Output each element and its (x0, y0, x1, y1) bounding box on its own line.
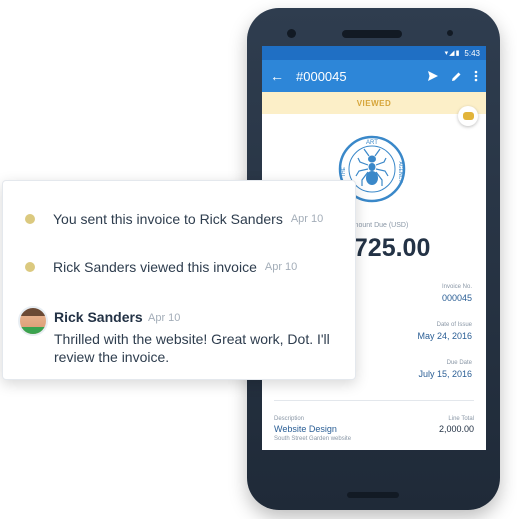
proximity-sensor (447, 30, 453, 36)
line-item-row[interactable]: Description Website Design South Street … (274, 416, 474, 442)
logo-text-top: ART (366, 140, 378, 146)
activity-event-sent: You sent this invoice to Rick Sanders Ap… (25, 211, 323, 227)
bottom-speaker (347, 492, 399, 498)
viewed-status-banner: VIEWED (262, 92, 486, 126)
due-date-label: Due Date (446, 360, 472, 366)
logo-text-right: AGENCY (397, 161, 403, 183)
more-options-icon[interactable] (474, 70, 478, 82)
logo-text-left: THE (341, 166, 347, 177)
event-date: Apr 10 (264, 261, 298, 273)
app-toolbar: ← #000045 (262, 60, 486, 92)
date-of-issue-block: Date of Issue May 24, 2016 (417, 322, 472, 341)
line-total-value: 2,000.00 (438, 424, 474, 434)
comment-text: Thrilled with the website! Great work, D… (54, 331, 330, 365)
due-date-block: Due Date July 15, 2016 (418, 360, 472, 379)
event-dot-icon (25, 262, 35, 272)
invoice-activity-card: You sent this invoice to Rick Sanders Ap… (2, 180, 356, 380)
earpiece-speaker (342, 30, 402, 38)
status-bar: ▾◢▮ 5:43 (262, 46, 486, 60)
edit-pencil-icon[interactable] (451, 71, 462, 82)
amount-due-label: Amount Due (USD) (348, 222, 409, 229)
back-arrow-icon[interactable]: ← (270, 68, 292, 84)
line-items-divider (274, 400, 474, 401)
activity-event-viewed: Rick Sanders viewed this invoice Apr 10 (25, 259, 297, 275)
invoice-number-block: Invoice No. 000045 (442, 284, 472, 303)
date-of-issue-label: Date of Issue (436, 322, 472, 328)
chat-bubble-icon (462, 112, 474, 120)
invoice-title: #000045 (296, 68, 347, 84)
event-date: Apr 10 (290, 213, 324, 225)
event-text: You sent this invoice to Rick Sanders (53, 211, 283, 227)
invoice-number-label: Invoice No. (441, 284, 472, 290)
comment-author: Rick Sanders (54, 309, 143, 325)
line-subdescription: South Street Garden website (274, 436, 352, 442)
event-dot-icon (25, 214, 35, 224)
status-time: 5:43 (464, 48, 480, 58)
comments-button[interactable] (458, 106, 478, 126)
front-camera (287, 29, 296, 38)
avatar (18, 306, 48, 336)
due-date-value: July 15, 2016 (418, 369, 472, 379)
status-icons: ▾◢▮ (444, 50, 461, 57)
event-text: Rick Sanders viewed this invoice (53, 259, 257, 275)
invoice-number-value: 000045 (441, 293, 472, 303)
line-total-label: Line Total (448, 416, 474, 422)
comment-date: Apr 10 (148, 312, 181, 324)
date-of-issue-value: May 24, 2016 (417, 331, 472, 341)
send-icon[interactable] (427, 70, 439, 82)
viewed-status-label: VIEWED (356, 98, 392, 108)
